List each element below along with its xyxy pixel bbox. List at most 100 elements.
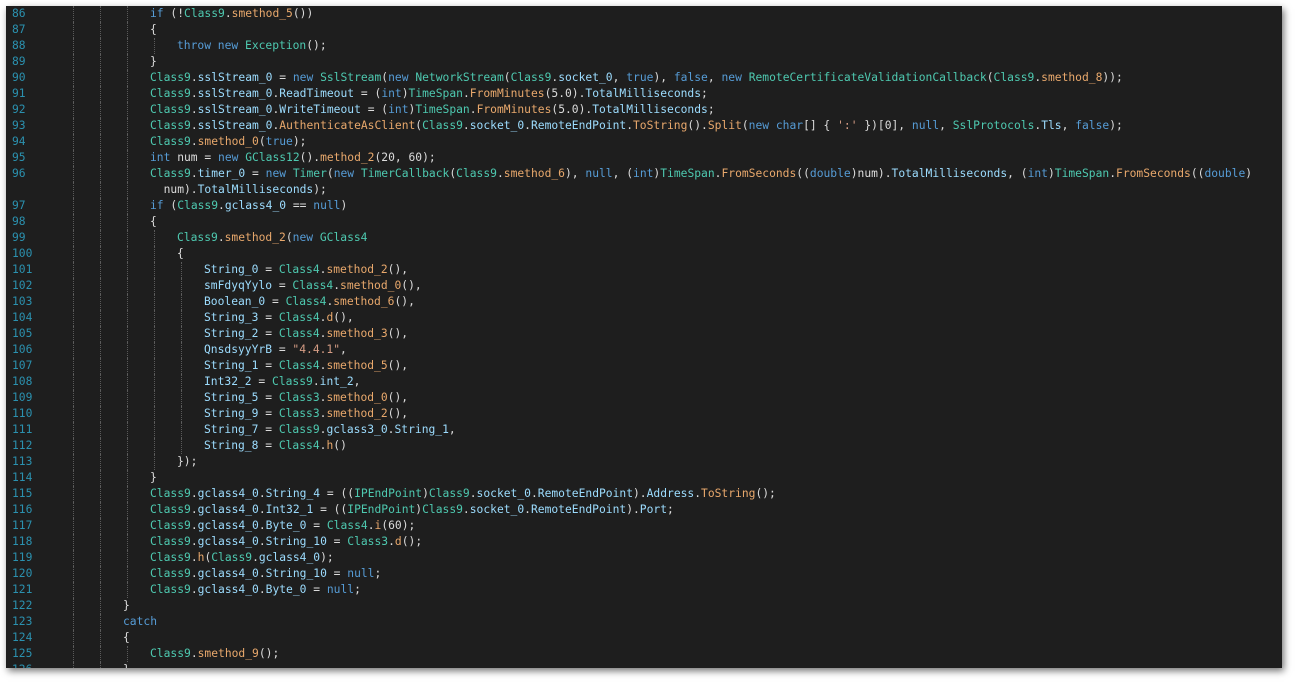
code-token: ; bbox=[667, 503, 674, 516]
code-line[interactable]: 115 Class9.gclass4_0.String_4 = ((IPEndPo… bbox=[6, 486, 1282, 502]
code-line[interactable]: 90 Class9.sslStream_0 = new SslStream (new… bbox=[6, 70, 1282, 86]
indent-guide bbox=[100, 566, 101, 582]
code-line[interactable]: 118 Class9.gclass4_0.String_10 = Class3.d… bbox=[6, 534, 1282, 550]
code-token: . bbox=[462, 119, 470, 132]
code-text: Class9.h(Class9.gclass4_0); bbox=[150, 550, 334, 566]
code-token: smethod_2 bbox=[224, 231, 286, 244]
code-token: String_1 bbox=[204, 359, 259, 372]
indent-guide bbox=[181, 278, 182, 294]
code-token: smethod_0 bbox=[340, 279, 402, 292]
code-line[interactable]: 124 { bbox=[6, 630, 1282, 646]
code-line[interactable]: 114} bbox=[6, 470, 1282, 486]
code-line[interactable]: 125 Class9.smethod_9(); bbox=[6, 646, 1282, 662]
code-line[interactable]: 98 { bbox=[6, 214, 1282, 230]
code-line[interactable]: 96 Class9.timer_0 = new Timer(new TimerCa… bbox=[6, 166, 1282, 182]
code-line[interactable]: 87 { bbox=[6, 22, 1282, 38]
code-token: = bbox=[272, 343, 293, 356]
indent-guide bbox=[154, 294, 155, 310]
code-editor[interactable]: 86 if (!Class9.smethod_5()) 87{88 throw new… bbox=[6, 6, 1282, 668]
code-text: Class9.sslStream_0.ReadTimeout = (int)Ti… bbox=[150, 86, 708, 102]
code-token: sslStream_0 bbox=[197, 71, 273, 84]
code-token: { bbox=[123, 631, 130, 644]
code-line[interactable]: 94 Class9.smethod_0(true); bbox=[6, 134, 1282, 150]
code-line[interactable]: 100 { bbox=[6, 246, 1282, 262]
code-line[interactable]: 109 String_5 = Class3.smethod_0(), bbox=[6, 390, 1282, 406]
code-line-wrap[interactable]: num).TotalMilliseconds); bbox=[6, 182, 1282, 198]
code-text: Class9.gclass4_0.String_10 = Class3.d(); bbox=[150, 534, 422, 550]
code-line[interactable]: 104 String_3 = Class4.d(), bbox=[6, 310, 1282, 326]
indent-guide bbox=[100, 86, 101, 102]
indent-guide bbox=[127, 54, 128, 70]
indent-guide bbox=[73, 470, 74, 486]
indent-guide bbox=[154, 390, 155, 406]
code-line[interactable]: 95 int num = new GClass12().method_2(20, … bbox=[6, 150, 1282, 166]
code-token: } bbox=[123, 663, 130, 668]
code-line[interactable]: 99 Class9.smethod_2(new GClass4 bbox=[6, 230, 1282, 246]
code-line[interactable]: 86 if (!Class9.smethod_5()) bbox=[6, 6, 1282, 22]
code-line[interactable]: 122} bbox=[6, 598, 1282, 614]
indent-guide bbox=[127, 198, 128, 214]
code-token: Boolean_0 bbox=[204, 295, 266, 308]
code-line[interactable]: 119 Class9.h(Class9.gclass4_0); bbox=[6, 550, 1282, 566]
code-text: String_3 = Class4.d(), bbox=[204, 310, 354, 326]
code-token: TimeSpan bbox=[408, 87, 463, 100]
code-text: Class9.gclass4_0.String_10 = null; bbox=[150, 566, 381, 582]
indent-guide bbox=[154, 230, 155, 246]
code-token: SslStream bbox=[320, 71, 382, 84]
indent-guide bbox=[127, 262, 128, 278]
code-token: TotalMilliseconds bbox=[891, 167, 1008, 180]
code-token: null bbox=[911, 119, 940, 132]
indent-guide bbox=[100, 246, 101, 262]
code-line[interactable]: 91 Class9.sslStream_0.ReadTimeout = (int)… bbox=[6, 86, 1282, 102]
code-token: = bbox=[258, 359, 279, 372]
indent-guide bbox=[73, 150, 74, 166]
code-token: , ( bbox=[1007, 167, 1028, 180]
code-line[interactable]: 113}); bbox=[6, 454, 1282, 470]
code-line[interactable]: 117 Class9.gclass4_0.Byte_0 = Class4.i(60… bbox=[6, 518, 1282, 534]
code-token: new bbox=[218, 151, 246, 164]
code-line[interactable]: 126} bbox=[6, 662, 1282, 668]
indent-guide bbox=[154, 38, 155, 54]
code-token: Class9 bbox=[211, 551, 253, 564]
code-line[interactable]: 101 String_0 = Class4.smethod_2(), bbox=[6, 262, 1282, 278]
code-token: FromMinutes bbox=[476, 103, 552, 116]
code-line[interactable]: 107 String_1 = Class4.smethod_5(), bbox=[6, 358, 1282, 374]
indent-guide bbox=[127, 230, 128, 246]
indent-guide bbox=[73, 38, 74, 54]
code-line[interactable]: 97 if (Class9.gclass4_0 == null) bbox=[6, 198, 1282, 214]
code-line[interactable]: 92 Class9.sslStream_0.WriteTimeout = (int… bbox=[6, 102, 1282, 118]
indent-guide bbox=[100, 310, 101, 326]
code-token: (), bbox=[394, 295, 415, 308]
code-line[interactable]: 93 Class9.sslStream_0.AuthenticateAsClien… bbox=[6, 118, 1282, 134]
code-line[interactable]: 116 Class9.gclass4_0.Int32_1 = ((IPEndPoi… bbox=[6, 502, 1282, 518]
code-token: . bbox=[190, 647, 198, 660]
indent-guide bbox=[73, 342, 74, 358]
code-token: . bbox=[190, 135, 198, 148]
code-line[interactable]: 110 String_9 = Class3.smethod_2(), bbox=[6, 406, 1282, 422]
code-line[interactable]: 111 String_7 = Class9.gclass3_0.String_1, bbox=[6, 422, 1282, 438]
indent-guide bbox=[181, 390, 182, 406]
indent-guide bbox=[100, 342, 101, 358]
code-line[interactable]: 112 String_8 = Class4.h() bbox=[6, 438, 1282, 454]
line-number: 109 bbox=[12, 391, 33, 404]
code-token: String_5 bbox=[204, 391, 259, 404]
code-line[interactable]: 102 smFdyqYylo = Class4.smethod_0(), bbox=[6, 278, 1282, 294]
code-token: ), bbox=[653, 71, 674, 84]
code-line[interactable]: 121 Class9.gclass4_0.Byte_0 = null; bbox=[6, 582, 1282, 598]
indent-guide bbox=[73, 54, 74, 70]
code-line[interactable]: 123 catch bbox=[6, 614, 1282, 630]
code-token: Class4 bbox=[278, 263, 320, 276]
indent-guide bbox=[181, 422, 182, 438]
code-line[interactable]: 88 throw new Exception(); bbox=[6, 38, 1282, 54]
code-token: Class9 bbox=[150, 71, 191, 84]
code-line[interactable]: 105 String_2 = Class4.smethod_3(), bbox=[6, 326, 1282, 342]
indent-guide bbox=[154, 262, 155, 278]
code-token: . bbox=[190, 167, 198, 180]
code-line[interactable]: 106 QnsdsyyYrB = "4.4.1", bbox=[6, 342, 1282, 358]
code-line[interactable]: 103 Boolean_0 = Class4.smethod_6(), bbox=[6, 294, 1282, 310]
code-line[interactable]: 89} bbox=[6, 54, 1282, 70]
code-text: } bbox=[150, 54, 157, 70]
code-line[interactable]: 108 Int32_2 = Class9.int_2, bbox=[6, 374, 1282, 390]
code-token: NetworkStream bbox=[415, 71, 504, 84]
code-line[interactable]: 120 Class9.gclass4_0.String_10 = null; bbox=[6, 566, 1282, 582]
